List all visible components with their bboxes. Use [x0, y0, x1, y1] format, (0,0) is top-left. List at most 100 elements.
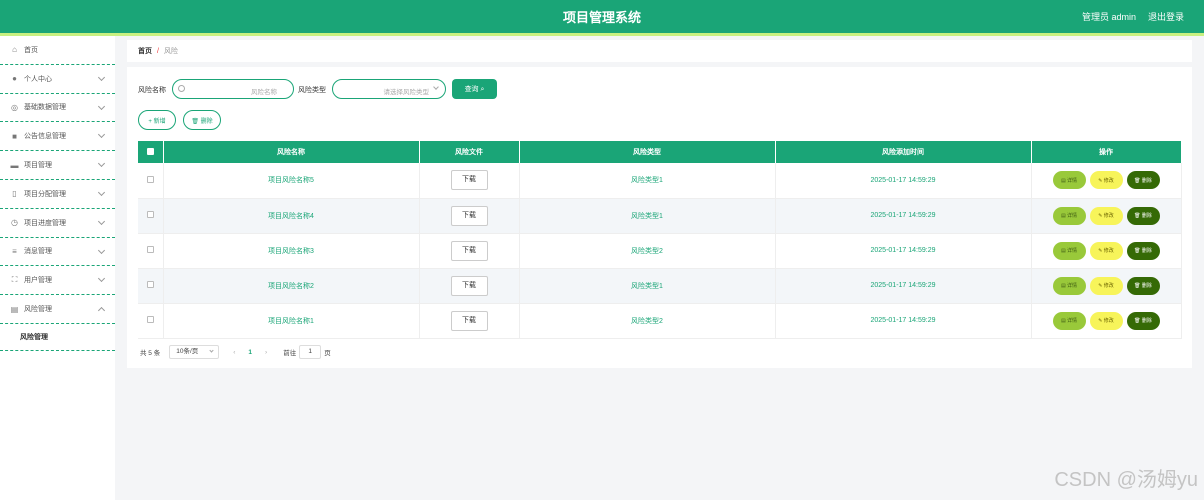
row-delete-button[interactable]: 🗑 删除: [1126, 241, 1160, 260]
detail-button[interactable]: ▤ 详情: [1052, 276, 1086, 295]
pagination-total: 共 5 条: [140, 350, 161, 357]
detail-button[interactable]: ▤ 详情: [1052, 206, 1086, 225]
risk-name-label: 风险名称: [138, 87, 166, 94]
sidebar-item-1[interactable]: ● 个人中心: [0, 65, 115, 94]
sidebar: ⌂ 首页 ● 个人中心 ◎ 基础数据管理 ■ 公告信息管理 ▬ 项目管理 ▯ 项目分配管理 ◷ 项目进度管…: [0, 36, 115, 500]
sidebar-item-4[interactable]: ▬ 项目管理: [0, 151, 115, 180]
risk-file-cell: 下载: [419, 233, 520, 269]
row-checkbox[interactable]: [146, 246, 154, 253]
breadcrumb-home[interactable]: 首页: [138, 46, 152, 56]
prev-page-button[interactable]: ‹: [233, 349, 235, 356]
table-row: 项目风险名称4 下载 风险类型1 2025-01-17 14:59:29 ▤ 详情 ✎ 修…: [138, 198, 1182, 234]
risk-name-placeholder: 风险名称: [251, 89, 277, 96]
lock-icon: ▯: [12, 189, 17, 199]
col-header-ops: 操作: [1031, 141, 1182, 163]
goto-page-input[interactable]: 1: [299, 345, 322, 359]
download-button[interactable]: 下载: [450, 275, 488, 296]
user-icon: ●: [12, 74, 17, 84]
sidebar-item-6[interactable]: ◷ 项目进度管理: [0, 209, 115, 238]
sidebar-item-3[interactable]: ■ 公告信息管理: [0, 122, 115, 152]
risk-file-cell: 下载: [419, 268, 520, 304]
goto-label: 前往: [283, 350, 297, 357]
chevron-up-icon: [97, 307, 106, 315]
risk-time-cell: 2025-01-17 14:59:29: [775, 233, 1032, 269]
detail-button[interactable]: ▤ 详情: [1052, 311, 1086, 330]
edit-button[interactable]: ✎ 修改: [1089, 241, 1123, 260]
chevron-down-icon: [97, 131, 106, 139]
download-button[interactable]: 下载: [450, 310, 488, 331]
risk-table: 风险名称 风险文件 风险类型 风险添加时间 操作 项目风险名称5 下载 风险类型1 2…: [138, 141, 1182, 339]
logout-link[interactable]: 退出登录: [1148, 10, 1184, 23]
risk-time-cell: 2025-01-17 14:59:29: [775, 198, 1032, 234]
risk-time-cell: 2025-01-17 14:59:29: [775, 268, 1032, 304]
risk-type-cell: 风险类型1: [519, 198, 776, 234]
row-checkbox[interactable]: [146, 211, 154, 218]
detail-button[interactable]: ▤ 详情: [1052, 241, 1086, 260]
ops-cell: ▤ 详情 ✎ 修改 🗑 删除: [1031, 233, 1182, 269]
settings-icon: ◎: [11, 102, 18, 112]
sidebar-item-8[interactable]: ⛶ 用户管理: [0, 266, 115, 296]
sidebar-item-label: 用户管理: [24, 277, 52, 285]
home-icon: ⌂: [12, 45, 17, 55]
row-delete-button[interactable]: 🗑 删除: [1126, 206, 1160, 225]
chevron-down-icon: [97, 217, 106, 225]
col-header-time: 风险添加时间: [775, 141, 1032, 163]
delete-button[interactable]: 🗑 删除: [183, 110, 221, 130]
risk-type-cell: 风险类型1: [519, 163, 776, 199]
edit-button[interactable]: ✎ 修改: [1089, 206, 1123, 225]
risk-file-cell: 下载: [419, 198, 520, 234]
row-checkbox[interactable]: [146, 316, 154, 323]
risk-type-cell: 风险类型1: [519, 268, 776, 304]
sidebar-item-7[interactable]: ≡ 消息管理: [0, 238, 115, 267]
chevron-down-icon: [97, 275, 106, 283]
menu-icon: ≡: [12, 246, 17, 256]
sidebar-item-9[interactable]: ▤ 风险管理: [0, 295, 115, 324]
download-button[interactable]: 下载: [450, 205, 488, 226]
risk-name-input[interactable]: 风险名称: [172, 79, 294, 99]
edit-button[interactable]: ✎ 修改: [1089, 171, 1123, 190]
sidebar-item-2[interactable]: ◎ 基础数据管理: [0, 94, 115, 123]
chevron-down-icon: [97, 246, 106, 254]
next-page-button[interactable]: ›: [265, 349, 267, 356]
risk-name-cell: 项目风险名称2: [163, 268, 420, 304]
sidebar-item-label: 个人中心: [24, 75, 52, 83]
row-checkbox[interactable]: [146, 175, 154, 183]
page-suffix: 页: [324, 350, 331, 357]
sidebar-item-label: 基础数据管理: [24, 104, 66, 112]
query-button[interactable]: 查询 ⌕: [452, 79, 497, 99]
chevron-down-icon: [97, 102, 106, 110]
risk-name-cell: 项目风险名称3: [163, 233, 420, 269]
row-delete-button[interactable]: 🗑 删除: [1126, 171, 1160, 190]
detail-button[interactable]: ▤ 详情: [1052, 171, 1086, 190]
download-button[interactable]: 下载: [450, 240, 488, 261]
download-button[interactable]: 下载: [450, 170, 488, 191]
page-size-select[interactable]: 10条/页: [169, 345, 220, 359]
main-card: 风险名称 风险名称 风险类型 请选择风险类型 查询 ⌕ + 新增 🗑 删除 风险…: [127, 67, 1192, 368]
row-checkbox[interactable]: [146, 281, 154, 288]
breadcrumb-current: 风险: [163, 48, 178, 55]
header-accent-bar: [0, 33, 1204, 36]
sidebar-subitem-risk-management[interactable]: 风险管理: [0, 324, 115, 351]
risk-type-select[interactable]: 请选择风险类型: [332, 79, 446, 99]
table-header-row: 风险名称 风险文件 风险类型 风险添加时间 操作: [138, 141, 1182, 163]
sidebar-item-0[interactable]: ⌂ 首页: [0, 36, 115, 65]
row-select-cell: [138, 163, 164, 199]
admin-username: 管理员 admin: [1081, 12, 1136, 22]
chevron-down-icon: [97, 188, 106, 197]
notice-icon: ■: [12, 131, 17, 141]
row-select-cell: [138, 233, 164, 269]
edit-button[interactable]: ✎ 修改: [1089, 276, 1123, 295]
search-icon: [178, 85, 185, 92]
risk-name-cell: 项目风险名称1: [163, 303, 420, 339]
edit-button[interactable]: ✎ 修改: [1089, 311, 1123, 330]
chevron-down-icon: [97, 73, 106, 81]
sidebar-item-5[interactable]: ▯ 项目分配管理: [0, 180, 115, 209]
chevron-down-icon: [209, 348, 214, 353]
ops-cell: ▤ 详情 ✎ 修改 🗑 删除: [1031, 303, 1182, 339]
breadcrumb-separator: /: [157, 47, 159, 55]
row-delete-button[interactable]: 🗑 删除: [1126, 276, 1160, 295]
select-all-checkbox[interactable]: [146, 147, 154, 155]
current-page[interactable]: 1: [248, 349, 252, 356]
row-delete-button[interactable]: 🗑 删除: [1126, 311, 1160, 330]
add-button[interactable]: + 新增: [138, 110, 176, 130]
